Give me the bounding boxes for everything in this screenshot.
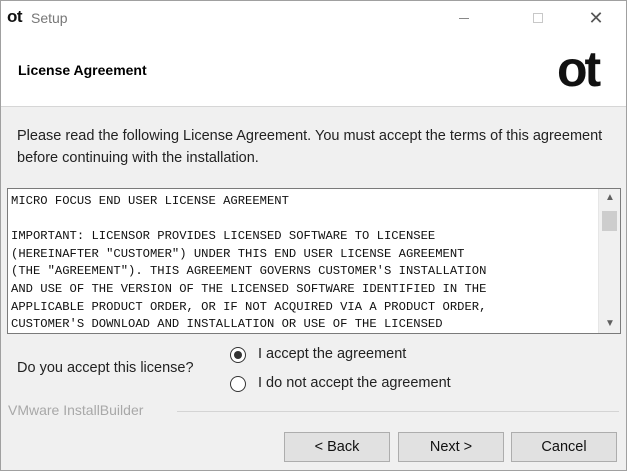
accept-radio[interactable] xyxy=(230,347,246,363)
maximize-button[interactable] xyxy=(515,1,561,35)
scroll-down-icon[interactable]: ▼ xyxy=(599,315,620,333)
license-content[interactable]: MICRO FOCUS END USER LICENSE AGREEMENT I… xyxy=(11,193,596,333)
accept-radio-label[interactable]: I accept the agreement xyxy=(258,346,406,362)
intro-text: Please read the following License Agreem… xyxy=(17,128,603,166)
scroll-thumb[interactable] xyxy=(602,211,617,231)
back-button[interactable]: < Back xyxy=(284,432,390,462)
page-title: License Agreement xyxy=(18,62,147,78)
minimize-button[interactable] xyxy=(441,1,487,35)
brand-logo: ot xyxy=(557,41,601,97)
license-scrollbar[interactable]: ▲ ▼ xyxy=(598,189,620,333)
license-text-area[interactable]: MICRO FOCUS END USER LICENSE AGREEMENT I… xyxy=(7,188,621,334)
app-logo-icon: ot xyxy=(7,7,23,26)
cancel-button[interactable]: Cancel xyxy=(511,432,617,462)
setup-window: ot Setup ✕ License Agreement ot Please r… xyxy=(0,0,627,471)
window-title: Setup xyxy=(31,10,68,26)
divider xyxy=(177,411,619,412)
maximize-icon xyxy=(533,13,543,23)
decline-radio-label[interactable]: I do not accept the agreement xyxy=(258,375,451,391)
installer-brand: VMware InstallBuilder xyxy=(8,402,144,418)
decline-radio[interactable] xyxy=(230,376,246,392)
close-icon: ✕ xyxy=(588,8,604,28)
accept-question: Do you accept this license? xyxy=(17,360,194,376)
minimize-icon xyxy=(459,18,469,19)
close-button[interactable]: ✕ xyxy=(573,1,619,35)
scroll-up-icon[interactable]: ▲ xyxy=(599,189,620,207)
title-bar[interactable]: ot Setup ✕ xyxy=(1,1,626,35)
next-button[interactable]: Next > xyxy=(398,432,504,462)
page-header: License Agreement ot xyxy=(1,35,626,107)
